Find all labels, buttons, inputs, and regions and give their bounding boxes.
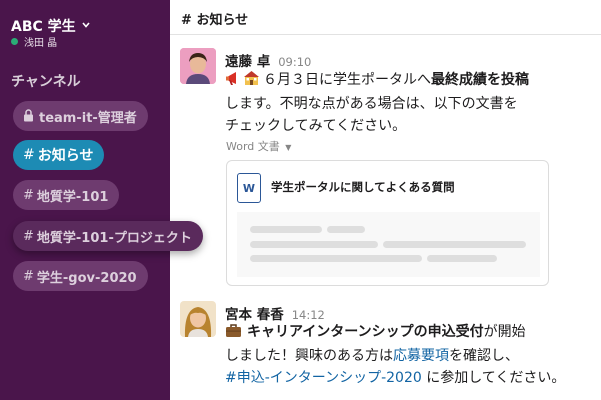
user-name: 浅田 晶 (24, 38, 58, 49)
channel-geology-101-project[interactable]: # 地質学-101-プロジェクト (13, 221, 203, 251)
caret-down-icon: ▼ (285, 143, 292, 152)
lock-icon (23, 109, 35, 123)
channel-oshirase[interactable]: # お知らせ (13, 140, 105, 170)
channels-section-title[interactable]: チャンネル (11, 71, 81, 91)
avatar[interactable] (180, 301, 216, 337)
channel-label: team-it-管理者 (39, 110, 137, 126)
attachment-title[interactable]: 学生ポータルに関してよくある質問 (271, 179, 455, 195)
briefcase-icon (225, 323, 247, 345)
text-segment: に参加してください。 (421, 370, 566, 386)
channel-label: 地質学-101-プロジェクト (36, 230, 192, 246)
channel-name: お知らせ (196, 13, 249, 28)
preview-line (427, 255, 497, 262)
hash-icon: # (23, 228, 34, 244)
message-body: キャリアインターンシップの申込受付が開始 しました！興味のある方は応募要項を確認… (225, 321, 565, 389)
current-user[interactable]: 浅田 晶 (11, 34, 57, 49)
bold-text: キャリアインターンシップの申込受付 (247, 324, 484, 340)
author-name[interactable]: 遠藤 卓 (225, 54, 270, 70)
message-line: します。不明な点がある場合は、以下の文書を (225, 96, 518, 112)
preview-line (250, 226, 322, 233)
megaphone-icon (225, 71, 243, 93)
preview-line (383, 241, 526, 248)
presence-indicator (11, 38, 18, 45)
workspace-switcher[interactable]: ABC 学生 (11, 16, 90, 36)
chevron-down-icon (82, 21, 90, 31)
message-line: ６月３日に学生ポータルへ最終成績を投稿 (225, 69, 529, 93)
channel-label: 学生-gov-2020 (36, 270, 137, 286)
avatar[interactable] (180, 48, 216, 84)
school-icon (243, 70, 263, 93)
channel-label: 地質学-101 (36, 189, 109, 205)
document-preview[interactable] (237, 212, 540, 277)
workspace-name: ABC 学生 (11, 19, 76, 35)
preview-line (327, 226, 365, 233)
message-line: チェックしてみてください。 (225, 118, 407, 134)
text-segment: を確認し、 (449, 348, 519, 364)
message-author[interactable]: 宮本 春香 14:12 (225, 303, 325, 323)
message-time[interactable]: 14:12 (292, 308, 325, 322)
channel-link[interactable]: #申込-インターンシップ-2020 (225, 370, 422, 386)
hash-icon: # (23, 187, 34, 203)
hash-icon: # (23, 147, 35, 163)
text-segment: ６月３日に学生ポータルへ (263, 72, 431, 88)
message-time[interactable]: 09:10 (278, 55, 311, 69)
channel-title[interactable]: # お知らせ (181, 9, 248, 28)
channel-label: お知らせ (37, 148, 94, 164)
message-line: #申込-インターンシップ-2020 に参加してください。 (225, 367, 565, 389)
hash-icon: # (181, 13, 192, 28)
message-body: ６月３日に学生ポータルへ最終成績を投稿 します。不明な点がある場合は、以下の文書… (225, 69, 529, 137)
channel-geology-101[interactable]: # 地質学-101 (13, 180, 120, 210)
preview-line (250, 255, 422, 262)
requirements-link[interactable]: 応募要項 (393, 348, 449, 364)
file-attachment-card[interactable]: W 学生ポータルに関してよくある質問 (226, 160, 549, 286)
text-segment: が開始 (483, 324, 526, 340)
bold-text: 最終成績を投稿 (431, 72, 529, 88)
attachment-type[interactable]: Word 文書 ▼ (226, 138, 291, 154)
channel-student-gov-2020[interactable]: # 学生-gov-2020 (13, 261, 148, 291)
word-document-icon: W (237, 173, 261, 203)
text-segment: しました！興味のある方は (225, 348, 393, 364)
channel-header: # お知らせ (170, 0, 601, 35)
sidebar: ABC 学生 浅田 晶 チャンネル team-it-管理者 # お知らせ # 地… (0, 0, 203, 400)
message-author[interactable]: 遠藤 卓 09:10 (225, 50, 311, 70)
channel-team-it-admin[interactable]: team-it-管理者 (13, 101, 148, 131)
message-line: しました！興味のある方は応募要項を確認し、 (225, 345, 565, 367)
preview-line (250, 241, 378, 248)
attachment-type-label: Word 文書 (226, 140, 280, 153)
hash-icon: # (23, 268, 34, 284)
message-line: キャリアインターンシップの申込受付が開始 (225, 321, 565, 345)
